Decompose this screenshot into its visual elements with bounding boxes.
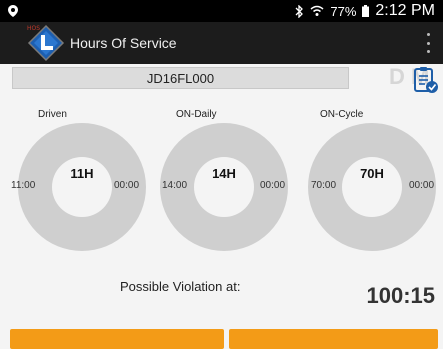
app-logo-icon: HOS [26,23,66,63]
gauge-on-daily: ON-Daily 14H 14:00 00:00 [156,109,301,259]
clipboard-check-icon[interactable] [413,66,439,94]
overflow-menu-icon[interactable] [423,33,433,53]
gauge-title: Driven [38,109,67,120]
gauge-start-time: 14:00 [162,180,188,191]
gauge-start-time: 70:00 [311,180,337,191]
gauge-end-time: 00:00 [409,180,435,191]
clock-time: 2:12 PM [375,2,435,19]
app-bar: HOS Hours Of Service [0,22,443,64]
bluetooth-icon [295,4,304,18]
violation-value: 100:15 [366,283,435,308]
bottom-right-button[interactable] [229,329,438,349]
battery-icon [362,5,370,17]
bottom-left-button[interactable] [10,329,224,349]
gauge-value: 11H [70,166,94,181]
gauge-end-time: 00:00 [260,180,286,191]
d-indicator[interactable]: D [389,64,405,90]
page-title: Hours Of Service [70,35,177,51]
gauge-on-cycle: ON-Cycle 70H 70:00 00:00 [300,109,443,259]
gauge-start-time: 11:00 [11,180,36,191]
status-bar: 77% 2:12 PM [0,0,443,22]
vehicle-id-field[interactable]: JD16FL000 [12,67,349,89]
gauge-value: 70H [360,166,384,181]
gauge-driven: Driven 11H 11:00 00:00 [10,109,155,259]
violation-label: Possible Violation at: [120,279,241,294]
gauge-value: 14H [212,166,236,181]
gauge-title: ON-Cycle [320,109,364,120]
location-pin-icon [8,5,18,17]
vehicle-id-text: JD16FL000 [146,70,215,86]
gauge-end-time: 00:00 [114,180,140,191]
svg-text:HOS: HOS [27,25,40,32]
gauge-title: ON-Daily [176,109,217,120]
battery-percent: 77% [330,3,357,19]
wifi-icon [310,5,324,16]
